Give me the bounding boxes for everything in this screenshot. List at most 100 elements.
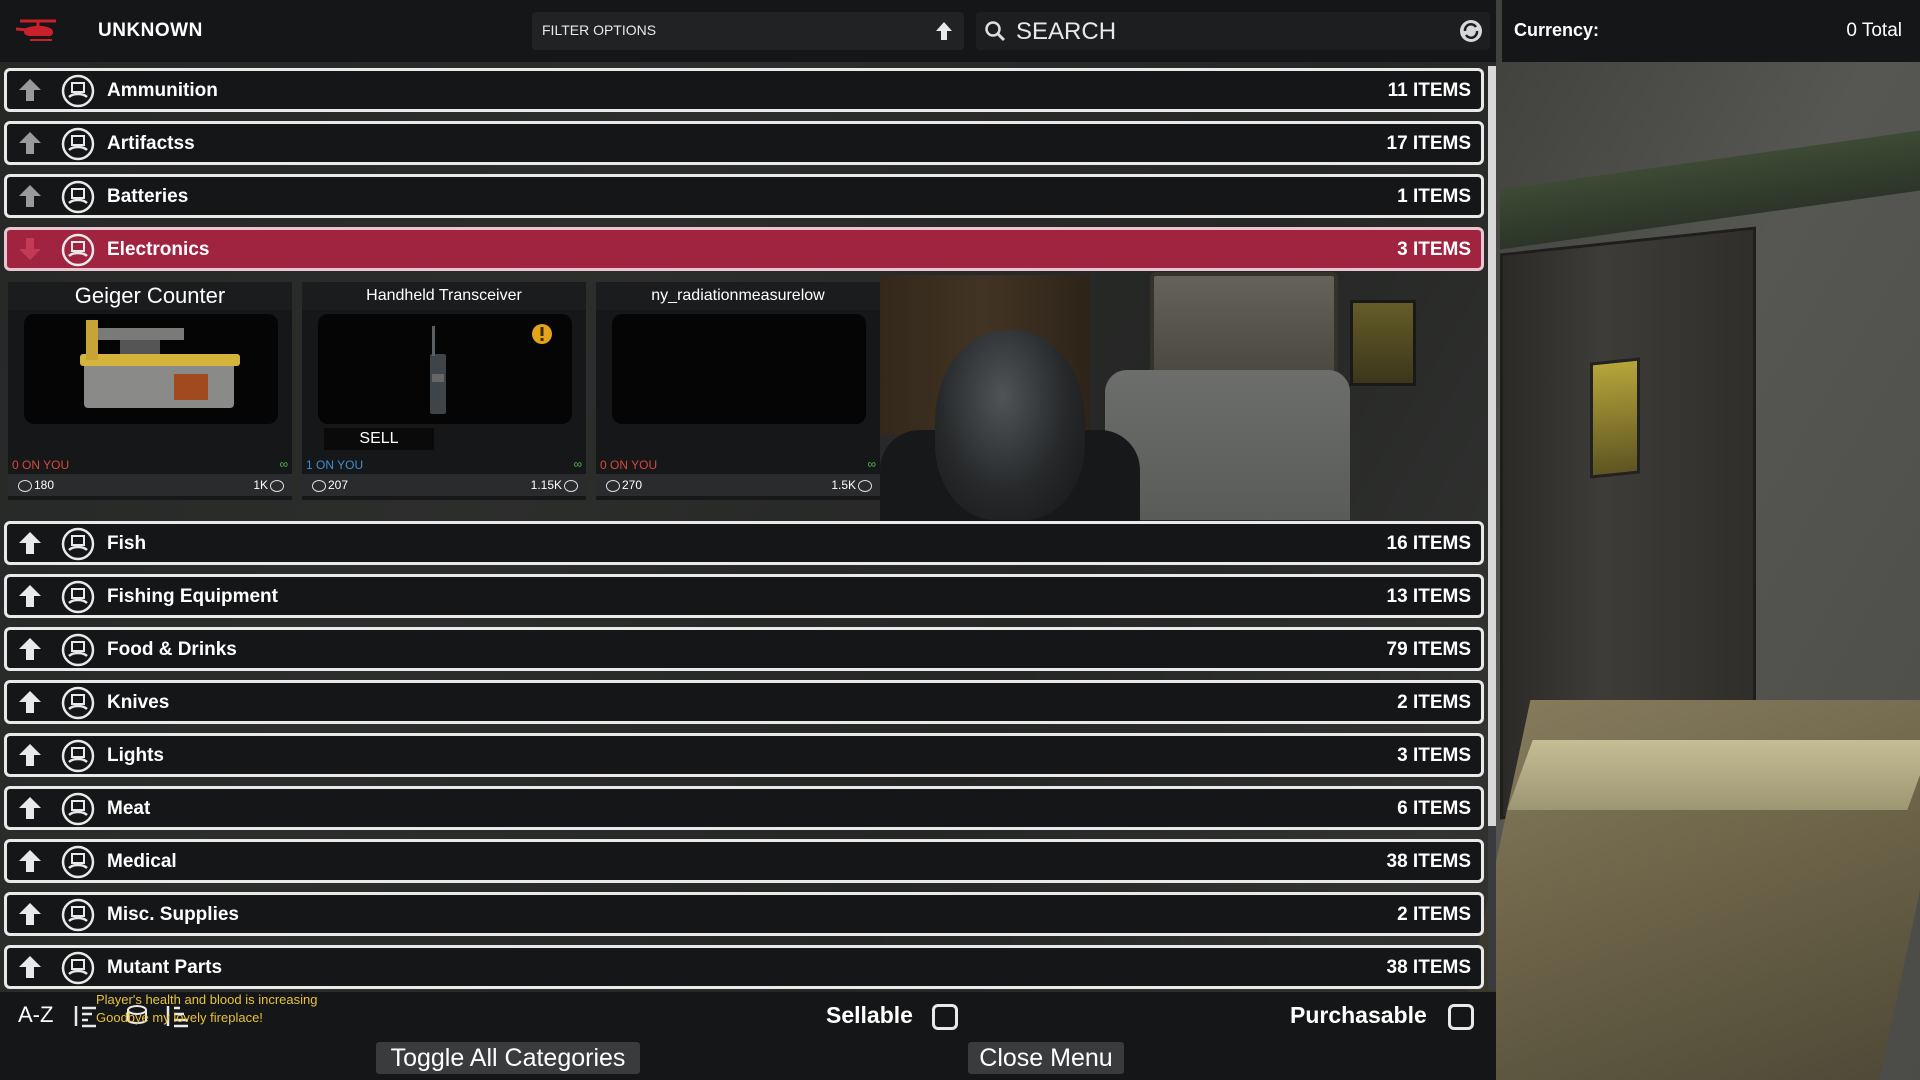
item-image bbox=[612, 314, 866, 424]
arrow-up-icon[interactable] bbox=[17, 583, 43, 609]
sort-list-icon[interactable] bbox=[72, 1004, 98, 1028]
arrow-up-icon[interactable] bbox=[17, 742, 43, 768]
trader-hand-icon bbox=[61, 74, 95, 108]
category-name: Fishing Equipment bbox=[107, 586, 278, 607]
coin-icon bbox=[606, 479, 620, 492]
geiger-counter-icon bbox=[80, 320, 240, 408]
close-menu-button[interactable]: Close Menu bbox=[968, 1042, 1124, 1074]
buy-price-value: 270 bbox=[622, 478, 643, 492]
chat-message: Player's health and blood is increasing bbox=[96, 992, 318, 1007]
arrow-up-icon[interactable] bbox=[17, 795, 43, 821]
category-count: 2 ITEMS bbox=[1397, 904, 1471, 925]
arrow-up-icon[interactable] bbox=[17, 636, 43, 662]
category-row-fish[interactable]: Fish 16 ITEMS bbox=[4, 521, 1484, 565]
infinite-stock-icon: ∞ bbox=[867, 457, 876, 471]
category-row-food-drinks[interactable]: Food & Drinks 79 ITEMS bbox=[4, 627, 1484, 671]
category-row-mutant-parts[interactable]: Mutant Parts 38 ITEMS bbox=[4, 945, 1484, 989]
category-row-electronics[interactable]: Electronics 3 ITEMS bbox=[4, 227, 1484, 271]
item-on-you: 1 ON YOU bbox=[306, 458, 364, 472]
item-sell-price: 1.15K bbox=[531, 478, 580, 492]
arrow-up-icon[interactable] bbox=[17, 77, 43, 103]
item-title: Handheld Transceiver bbox=[302, 282, 586, 310]
arrow-up-icon[interactable] bbox=[934, 20, 954, 42]
search-bar[interactable] bbox=[976, 12, 1490, 50]
scrollbar-thumb[interactable] bbox=[1488, 66, 1496, 826]
category-row-batteries[interactable]: Batteries 1 ITEMS bbox=[4, 174, 1484, 218]
category-name: Food & Drinks bbox=[107, 639, 237, 660]
trader-menu: UNKNOWN FILTER OPTIONS Ammunition 11 bbox=[0, 0, 1496, 1080]
item-prices: 207 1.15K bbox=[302, 474, 586, 496]
coin-icon bbox=[312, 479, 326, 492]
trader-hand-icon bbox=[61, 739, 95, 773]
arrow-up-icon[interactable] bbox=[17, 689, 43, 715]
category-scrollbar[interactable] bbox=[1488, 66, 1496, 990]
arrow-up-icon[interactable] bbox=[17, 183, 43, 209]
search-icon bbox=[985, 21, 1006, 42]
arrow-up-icon[interactable] bbox=[17, 848, 43, 874]
category-count: 1 ITEMS bbox=[1397, 186, 1471, 207]
category-count: 13 ITEMS bbox=[1386, 586, 1471, 607]
arrow-up-icon[interactable] bbox=[17, 130, 43, 156]
category-name: Meat bbox=[107, 798, 151, 819]
item-prices: 270 1.5K bbox=[596, 474, 880, 496]
category-name: Knives bbox=[107, 692, 170, 713]
item-on-you: 0 ON YOU bbox=[12, 458, 70, 472]
category-row-knives[interactable]: Knives 2 ITEMS bbox=[4, 680, 1484, 724]
category-count: 16 ITEMS bbox=[1386, 533, 1471, 554]
category-name: Electronics bbox=[107, 239, 210, 260]
trader-hand-icon bbox=[61, 686, 95, 720]
electronics-items: Geiger Counter 0 ON YOU ∞ 180 1K Handhel… bbox=[8, 282, 1484, 520]
trader-name: UNKNOWN bbox=[98, 20, 203, 41]
category-row-misc-supplies[interactable]: Misc. Supplies 2 ITEMS bbox=[4, 892, 1484, 936]
item-buy-price: 270 bbox=[604, 478, 642, 492]
item-image bbox=[24, 314, 278, 424]
filter-options-dropdown[interactable]: FILTER OPTIONS bbox=[532, 12, 964, 50]
purchasable-checkbox[interactable] bbox=[1448, 1004, 1474, 1030]
category-row-lights[interactable]: Lights 3 ITEMS bbox=[4, 733, 1484, 777]
currency-label: Currency: bbox=[1514, 20, 1600, 40]
top-bar: UNKNOWN FILTER OPTIONS bbox=[0, 0, 1496, 62]
item-card-handheld-transceiver[interactable]: Handheld Transceiver SELL 1 ON YOU ∞ 207… bbox=[302, 282, 586, 500]
category-name: Artifactss bbox=[107, 133, 195, 154]
refresh-icon[interactable] bbox=[1458, 18, 1484, 44]
item-sell-price: 1K bbox=[253, 478, 286, 492]
trader-hand-icon bbox=[61, 792, 95, 826]
item-sell-price: 1.5K bbox=[831, 478, 874, 492]
buy-price-value: 207 bbox=[328, 478, 349, 492]
trader-hand-icon bbox=[61, 580, 95, 614]
category-count: 79 ITEMS bbox=[1386, 639, 1471, 660]
arrow-up-icon[interactable] bbox=[17, 954, 43, 980]
trader-hand-icon bbox=[61, 233, 95, 267]
category-name: Misc. Supplies bbox=[107, 904, 239, 925]
item-card-radiation-measure[interactable]: ny_radiationmeasurelow 0 ON YOU ∞ 270 1.… bbox=[596, 282, 880, 500]
sort-az-button[interactable]: A-Z bbox=[18, 1002, 53, 1028]
category-row-meat[interactable]: Meat 6 ITEMS bbox=[4, 786, 1484, 830]
infinite-stock-icon: ∞ bbox=[279, 457, 288, 471]
category-count: 38 ITEMS bbox=[1386, 957, 1471, 978]
filter-options-label: FILTER OPTIONS bbox=[542, 22, 657, 38]
sellable-checkbox[interactable] bbox=[932, 1004, 958, 1030]
toggle-all-categories-button[interactable]: Toggle All Categories bbox=[376, 1042, 640, 1074]
category-count: 3 ITEMS bbox=[1397, 745, 1471, 766]
sell-button[interactable]: SELL bbox=[324, 428, 434, 450]
category-row-ammunition[interactable]: Ammunition 11 ITEMS bbox=[4, 68, 1484, 112]
item-prices: 180 1K bbox=[8, 474, 292, 496]
category-row-medical[interactable]: Medical 38 ITEMS bbox=[4, 839, 1484, 883]
search-input[interactable] bbox=[1014, 16, 1438, 48]
bottom-bar: A-Z Player's health and blood is increas… bbox=[0, 992, 1496, 1080]
sellable-label: Sellable bbox=[826, 1002, 913, 1028]
coin-icon bbox=[858, 479, 872, 492]
background-plank bbox=[1507, 740, 1920, 810]
background-door-window bbox=[1590, 357, 1640, 479]
arrow-down-icon[interactable] bbox=[17, 236, 43, 262]
warning-icon bbox=[532, 324, 552, 344]
item-title: Geiger Counter bbox=[8, 282, 292, 310]
helicopter-icon bbox=[16, 19, 56, 41]
arrow-up-icon[interactable] bbox=[17, 530, 43, 556]
category-row-artifacts[interactable]: Artifactss 17 ITEMS bbox=[4, 121, 1484, 165]
category-name: Lights bbox=[107, 745, 164, 766]
arrow-up-icon[interactable] bbox=[17, 901, 43, 927]
coin-icon bbox=[270, 479, 284, 492]
category-row-fishing-equipment[interactable]: Fishing Equipment 13 ITEMS bbox=[4, 574, 1484, 618]
item-card-geiger-counter[interactable]: Geiger Counter 0 ON YOU ∞ 180 1K bbox=[8, 282, 292, 500]
